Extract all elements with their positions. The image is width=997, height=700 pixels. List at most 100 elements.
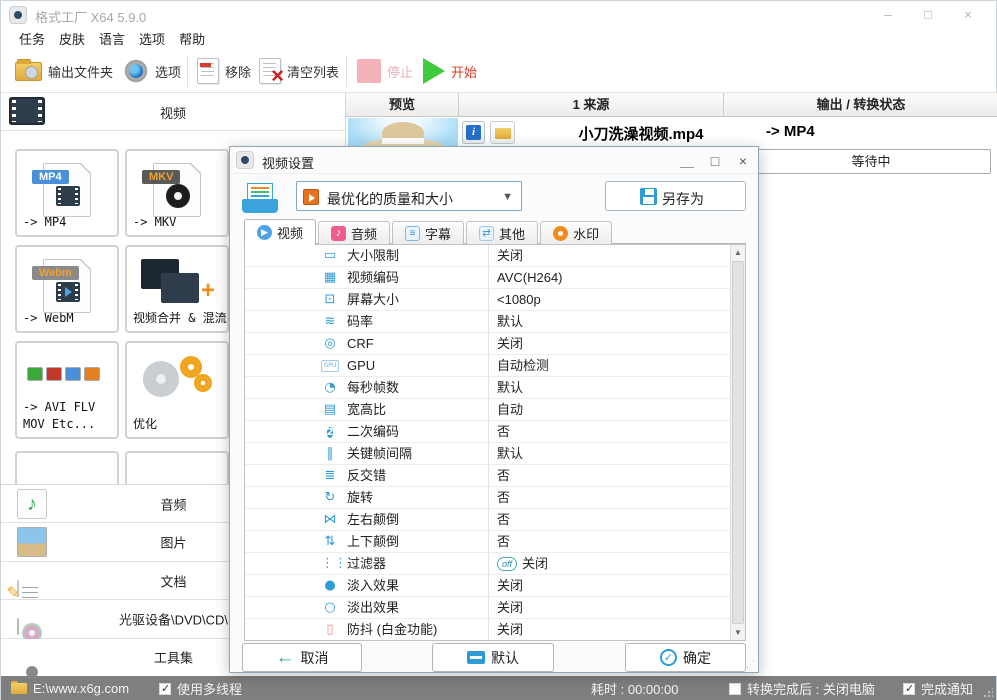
shutdown-checkbox[interactable] [729, 682, 741, 695]
output-path-item[interactable]: E:\www.x6g.com [11, 676, 129, 700]
shutdown-option[interactable]: 转换完成后 : 关闭电脑 [729, 676, 875, 700]
setting-row-fade-out[interactable]: ○ 淡出效果 关闭 [245, 597, 730, 619]
profile-dropdown[interactable]: 最优化的质量和大小 ▼ [296, 181, 522, 211]
setting-row-filter[interactable]: ⋮⋮ 过滤器 off 关闭 [245, 553, 730, 575]
toolbar-separator [346, 55, 347, 87]
default-button[interactable]: 默认 [432, 643, 554, 672]
multithread-checkbox[interactable] [159, 682, 171, 695]
maximize-button[interactable]: □ [908, 1, 948, 29]
scrollbar-thumb[interactable] [732, 261, 744, 624]
grid-item-video-merge[interactable]: + 视频合并 & 混流 [125, 245, 229, 333]
dialog-title-bar[interactable]: 视频设置 ＿ □ × [230, 147, 758, 174]
dialog-close-button[interactable]: × [734, 153, 752, 169]
rotate-icon: ↻ [324, 490, 336, 505]
grid-item-optimize[interactable]: 优化 [125, 341, 229, 439]
dialog-controls: ＿ □ × [678, 147, 752, 174]
setting-row-aspect-ratio[interactable]: ▤ 宽高比 自动 [245, 399, 730, 421]
menu-language[interactable]: 语言 [99, 29, 125, 49]
setting-row-size-limit[interactable]: ▭ 大小限制 关闭 [245, 245, 730, 267]
multithread-label: 使用多线程 [177, 682, 243, 697]
grid-item-mkv[interactable]: MKV -> MKV [125, 149, 229, 237]
window-controls: – □ × [868, 1, 988, 29]
setting-row-deinterlace[interactable]: ≣ 反交错 否 [245, 465, 730, 487]
preview-thumbnail[interactable] [348, 118, 458, 148]
sidebar-section-video[interactable]: 视频 [1, 93, 345, 131]
dialog-minimize-button[interactable]: ＿ [678, 151, 696, 171]
options-button[interactable]: 选项 [123, 49, 181, 93]
setting-row-keyframe-interval[interactable]: ‖ 关键帧间隔 默认 [245, 443, 730, 465]
setting-row-stabilize[interactable]: ▯ 防抖 (白金功能) 关闭 [245, 619, 730, 640]
multithread-option[interactable]: 使用多线程 [159, 676, 242, 700]
film-strip-icon [161, 273, 199, 303]
output-format: -> MP4 [766, 123, 815, 140]
setting-row-crf[interactable]: ◎ CRF 关闭 [245, 333, 730, 355]
remove-button[interactable]: 移除 [197, 49, 251, 93]
fade-in-icon: ● [324, 578, 336, 593]
clear-list-label: 清空列表 [287, 64, 340, 80]
dialog-maximize-button[interactable]: □ [706, 153, 724, 169]
remove-label: 移除 [225, 64, 252, 80]
close-button[interactable]: × [948, 1, 988, 29]
setting-row-flip-vertical[interactable]: ⇅ 上下颠倒 否 [245, 531, 730, 553]
gear-icon [183, 359, 199, 375]
setting-row-flip-horizontal[interactable]: ⋈ 左右颠倒 否 [245, 509, 730, 531]
tab-watermark[interactable]: 水印 [540, 221, 613, 245]
gear-icon [197, 377, 209, 389]
grid-item-label: 优化 [133, 417, 158, 432]
setting-row-fade-in[interactable]: ● 淡入效果 关闭 [245, 575, 730, 597]
grid-item-webm[interactable]: Webm -> WebM [15, 245, 119, 333]
clear-list-button[interactable]: × 清空列表 [259, 49, 339, 93]
window-resize-grip[interactable] [983, 688, 993, 698]
scrollbar[interactable]: ▲ ▼ [730, 245, 745, 640]
flip-vertical-icon: ⇅ [324, 534, 336, 549]
tab-subtitle[interactable]: ≡ 字幕 [392, 221, 465, 245]
ok-button[interactable]: ✓ 确定 [625, 643, 746, 672]
save-as-label: 另存为 [662, 191, 704, 207]
tab-audio[interactable]: ♪ 音频 [318, 221, 391, 245]
watermark-new-icon [553, 226, 569, 241]
cancel-button[interactable]: ← 取消 [242, 643, 362, 672]
setting-row-two-pass[interactable]: 2 二次编码 否 [245, 421, 730, 443]
scroll-up-icon[interactable]: ▲ [731, 245, 745, 260]
video-play-icon: ▶ [257, 225, 272, 240]
setting-row-bitrate[interactable]: ≋ 码率 默认 [245, 311, 730, 333]
setting-row-screen-size[interactable]: ⊡ 屏幕大小 <1080p [245, 289, 730, 311]
setting-row-gpu[interactable]: GPU GPU 自动检测 [245, 355, 730, 377]
options-label: 选项 [155, 64, 182, 80]
play-icon [423, 58, 445, 84]
output-folder-button[interactable]: 输出文件夹 [15, 49, 113, 93]
grid-item-mp4[interactable]: MP4 -> MP4 [15, 149, 119, 237]
grid-item-avi-flv-mov[interactable]: -> AVI FLV MOV Etc... [15, 341, 119, 439]
notify-option[interactable]: 完成通知 [903, 676, 973, 700]
dialog-resize-grip[interactable]: ⋰ [746, 659, 756, 670]
mkv-badge: MKV [142, 170, 181, 184]
monitor-icon: ⊡ [324, 292, 336, 307]
save-as-button[interactable]: 另存为 [605, 181, 746, 211]
atom-icon: ◎ [324, 336, 336, 351]
setting-row-video-codec[interactable]: ▦ 视频编码 AVC(H264) [245, 267, 730, 289]
media-info-button[interactable]: i [462, 121, 485, 144]
stop-icon [357, 59, 381, 83]
notify-checkbox[interactable] [903, 682, 915, 695]
tab-video[interactable]: ▶ 视频 [244, 219, 317, 245]
minimize-button[interactable]: – [868, 1, 908, 29]
column-output-status: 输出 / 转换状态 [816, 97, 906, 112]
open-folder-button[interactable] [490, 121, 515, 144]
menu-options[interactable]: 选项 [139, 29, 165, 49]
keyframe-icon: ‖ [326, 446, 334, 461]
stop-button[interactable]: 停止 [357, 49, 413, 93]
start-button[interactable]: 开始 [423, 49, 477, 93]
setting-row-rotate[interactable]: ↻ 旋转 否 [245, 487, 730, 509]
status-badge: 等待中 [751, 149, 991, 174]
mkv-file-icon: MKV [142, 163, 201, 217]
tab-other[interactable]: ⇄ 其他 [466, 221, 539, 245]
profile-selected-value: 最优化的质量和大小 [327, 191, 453, 207]
dialog-buttons: ← 取消 默认 ✓ 确定 [230, 643, 758, 673]
menu-help[interactable]: 帮助 [179, 29, 205, 49]
sliders-icon: ⇄ [479, 226, 495, 241]
menu-skin[interactable]: 皮肤 [59, 29, 85, 49]
profile-tray-icon [242, 183, 278, 213]
setting-row-fps[interactable]: ◔ 每秒帧数 默认 [245, 377, 730, 399]
menu-task[interactable]: 任务 [19, 29, 45, 49]
scroll-down-icon[interactable]: ▼ [731, 625, 745, 640]
